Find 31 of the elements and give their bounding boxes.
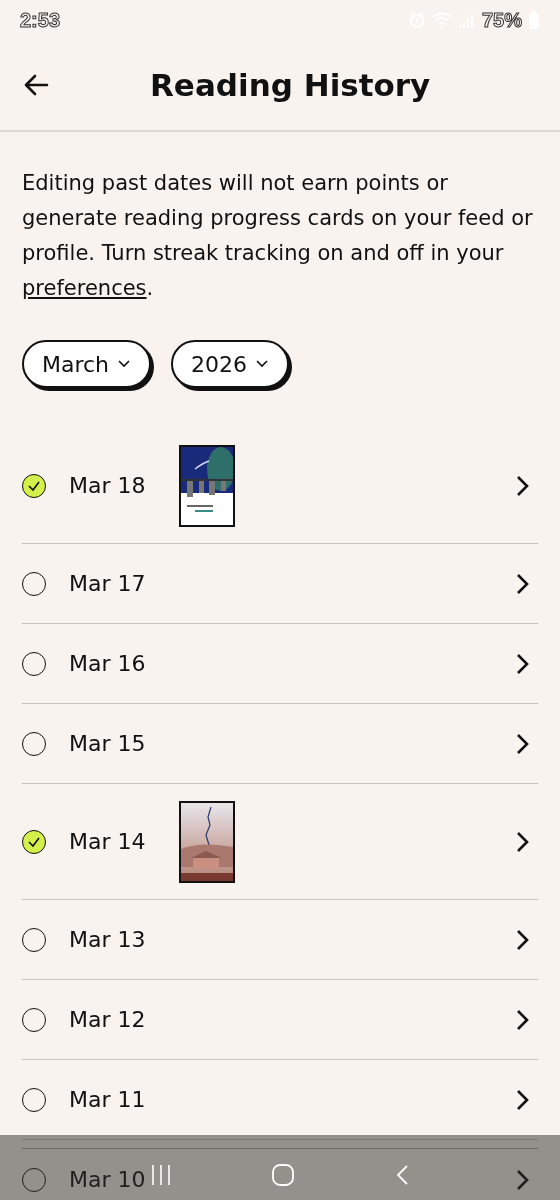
caret-icon xyxy=(255,359,270,369)
chevron-right-icon[interactable] xyxy=(514,731,530,756)
checkmark-icon xyxy=(27,479,41,492)
battery-level: 75% xyxy=(481,8,522,32)
chevron-right-icon[interactable] xyxy=(514,571,530,596)
back-icon[interactable] xyxy=(394,1163,411,1186)
day-label: Mar 16 xyxy=(69,651,147,676)
filter-dropdown[interactable]: 2026 xyxy=(171,340,290,388)
chevron-right-icon[interactable] xyxy=(514,473,530,498)
day-label: Mar 18 xyxy=(69,473,147,498)
chevron-right-icon[interactable] xyxy=(514,829,530,854)
page-title: Reading History xyxy=(150,67,431,103)
chevron-right-icon[interactable] xyxy=(514,651,530,676)
checkmark-icon xyxy=(27,835,41,848)
home-icon[interactable] xyxy=(271,1162,295,1187)
chevron-right-icon[interactable] xyxy=(514,927,530,952)
day-label: Mar 15 xyxy=(69,731,147,756)
notice-text: Editing past dates will not earn points or generate reading progress cards on your feed or profile. Turn streak tracking on and off in your preferences. xyxy=(22,170,534,302)
preferences-link[interactable]: preferences xyxy=(22,276,147,300)
day-label: Mar 13 xyxy=(69,927,147,952)
filter-dropdown[interactable]: March xyxy=(22,340,152,388)
day-label: Mar 12 xyxy=(69,1007,147,1032)
chevron-right-icon[interactable] xyxy=(514,1087,530,1112)
day-label: Mar 10 xyxy=(69,1167,147,1192)
day-label: Mar 14 xyxy=(69,829,147,854)
day-label: Mar 17 xyxy=(69,571,147,596)
day-label: Mar 11 xyxy=(69,1087,147,1112)
caret-icon xyxy=(117,359,132,369)
clock-time: 2:53 xyxy=(20,8,61,32)
chevron-right-icon[interactable] xyxy=(514,1007,530,1032)
recent-apps-icon[interactable] xyxy=(149,1163,172,1186)
